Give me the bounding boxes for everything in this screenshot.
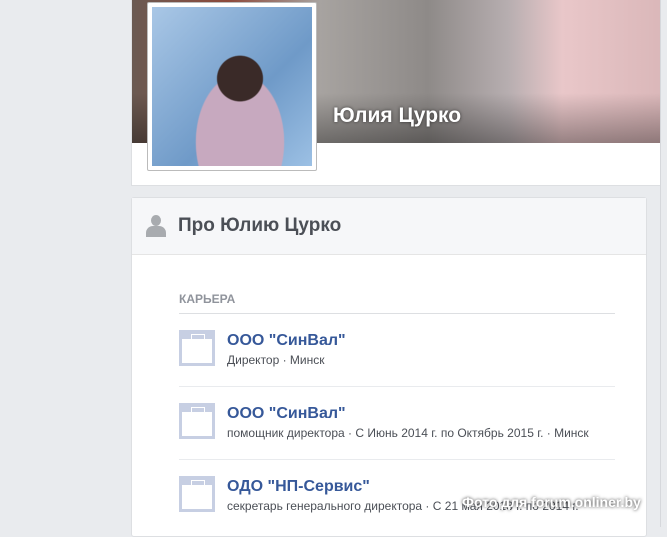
list-item: ООО "СинВал" помощник директора · С Июнь…	[179, 387, 615, 460]
employer-link[interactable]: ООО "СинВал"	[227, 332, 346, 350]
section-label: КАРЬЕРА	[179, 292, 615, 314]
profile-name[interactable]: Юлия Цурко	[333, 104, 461, 128]
list-item: ООО "СинВал" Директор · Минск	[179, 314, 615, 387]
about-header: Про Юлию Цурко	[132, 198, 646, 255]
employer-link[interactable]: ООО "СинВал"	[227, 405, 589, 423]
briefcase-icon	[179, 330, 215, 366]
profile-picture[interactable]	[147, 2, 317, 171]
watermark: Фото для forum.onliner.by	[462, 494, 641, 510]
profile-photo-image	[152, 7, 312, 166]
about-card: Про Юлию Цурко КАРЬЕРА ООО "СинВал" Дире…	[131, 197, 647, 537]
briefcase-icon	[179, 476, 215, 512]
about-title: Про Юлию Цурко	[178, 215, 342, 236]
profile-cover-card: Юлия Цурко	[131, 0, 667, 186]
job-details: помощник директора · С Июнь 2014 г. по О…	[227, 426, 589, 440]
scrollbar[interactable]	[660, 0, 667, 527]
person-icon	[146, 215, 166, 237]
job-details: Директор · Минск	[227, 353, 325, 367]
briefcase-icon	[179, 403, 215, 439]
